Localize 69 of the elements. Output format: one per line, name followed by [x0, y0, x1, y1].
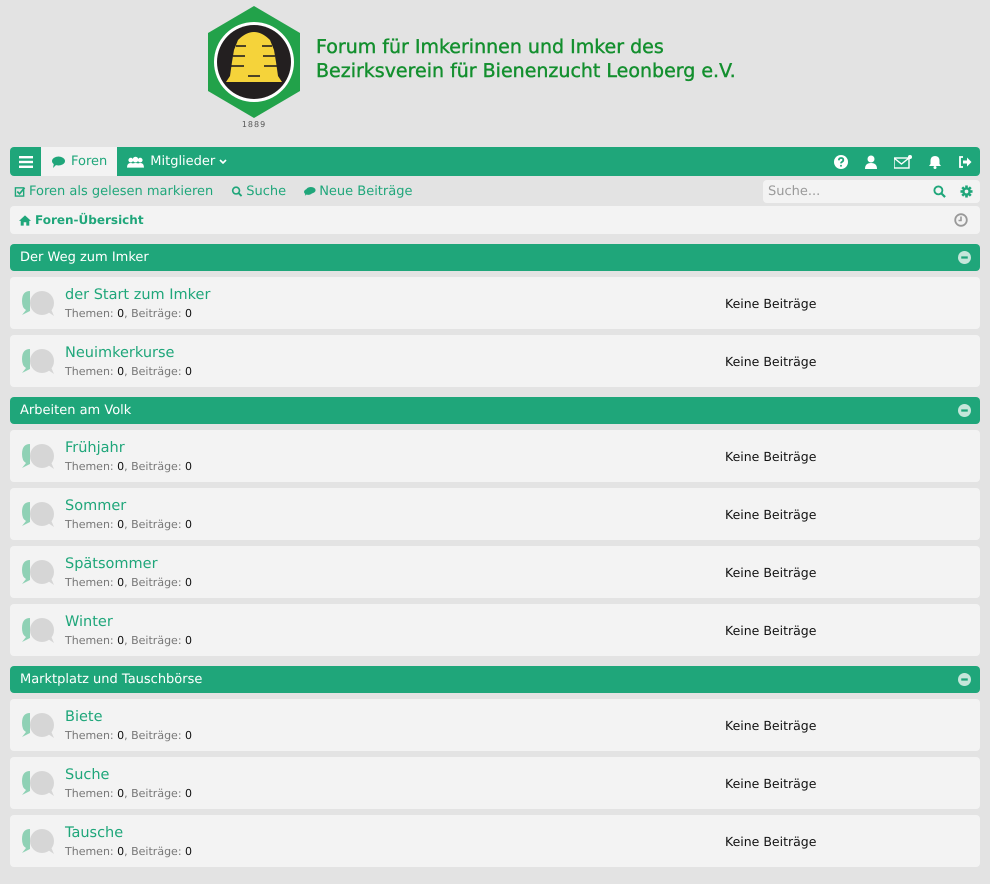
search-field[interactable]: Suche...: [766, 182, 919, 200]
forum-stats: Themen: 0, Beiträge: 0: [65, 634, 194, 646]
last-post: Keine Beiträge: [725, 564, 816, 580]
forum-stats: Themen: 0, Beiträge: 0: [65, 460, 194, 472]
forum-title[interactable]: Neuimkerkurse: [65, 344, 725, 360]
collapse-icon[interactable]: [958, 251, 971, 264]
last-post: Keine Beiträge: [725, 354, 816, 368]
users-icon: [127, 156, 144, 168]
last-post: Keine Beiträge: [725, 448, 816, 464]
user-icon[interactable]: [864, 154, 878, 168]
site-title[interactable]: Forum für Imkerinnen und Imker des Bezirksverein für Bienenzucht Leonberg e.V.: [316, 35, 736, 83]
speech-bubbles-icon: [20, 711, 56, 739]
category-title[interactable]: Arbeiten am Volk: [20, 403, 132, 418]
forum-stats: Themen: 0, Beiträge: 0: [65, 728, 194, 742]
logo-year: 1889: [242, 120, 266, 129]
forum-title[interactable]: der Start zum Imker: [65, 286, 725, 302]
forum-stats: Themen: 0, Beiträge: 0: [65, 364, 194, 378]
toolbar-link[interactable]: Foren als gelesen markieren: [14, 184, 214, 198]
clock-icon[interactable]: [954, 213, 968, 227]
envelope-icon[interactable]: [894, 154, 912, 168]
logout-icon[interactable]: [958, 154, 972, 168]
category-title[interactable]: Marktplatz und Tauschbörse: [20, 672, 202, 687]
last-post: Keine Beiträge: [725, 834, 816, 848]
last-post: Keine Beiträge: [725, 718, 816, 732]
toolbar-link[interactable]: Neue Beiträge: [304, 184, 412, 198]
menu-icon: [18, 156, 32, 168]
category-title[interactable]: Der Weg zum Imker: [20, 250, 149, 265]
speech-bubbles-icon: [20, 558, 56, 586]
last-post: Keine Beiträge: [725, 776, 816, 790]
bell-icon[interactable]: [928, 154, 942, 168]
forum-stats: Themen: 0, Beiträge: 0: [65, 306, 194, 320]
speech-bubbles-icon: [20, 769, 56, 797]
settings-icon[interactable]: [960, 184, 973, 198]
speech-bubbles-icon: [20, 442, 56, 470]
speech-bubbles-icon: [304, 186, 316, 196]
forum-stats: Themen: 0, Beiträge: 0: [65, 786, 194, 800]
beehive-logo[interactable]: [208, 6, 300, 118]
home-icon: [19, 214, 31, 226]
help-icon[interactable]: [834, 154, 848, 168]
caret-icon: [219, 159, 228, 164]
toolbar-link[interactable]: Suche: [231, 184, 286, 198]
collapse-icon[interactable]: [958, 673, 971, 686]
checkbox-icon: [14, 186, 26, 196]
speech-bubbles-icon: [20, 500, 56, 528]
breadcrumb-link[interactable]: Foren-Übersicht: [19, 213, 144, 227]
forum-title[interactable]: Frühjahr: [65, 440, 725, 456]
speech-bubbles-icon: [20, 289, 56, 317]
search-icon: [231, 186, 244, 196]
forum-title[interactable]: Winter: [65, 614, 725, 630]
speech-bubbles-icon: [20, 347, 56, 375]
nav-tab[interactable]: Mitglieder: [117, 147, 238, 176]
speech-bubble-icon: [51, 156, 65, 168]
search-icon[interactable]: [933, 184, 946, 198]
forum-stats: Themen: 0, Beiträge: 0: [65, 576, 194, 588]
forum-title[interactable]: Sommer: [65, 498, 725, 514]
last-post: Keine Beiträge: [725, 506, 816, 522]
forum-title[interactable]: Biete: [65, 708, 725, 724]
speech-bubbles-icon: [20, 827, 56, 855]
last-post: Keine Beiträge: [725, 296, 816, 310]
search-box[interactable]: Suche...: [763, 180, 980, 202]
forum-title[interactable]: Suche: [65, 766, 725, 782]
speech-bubbles-icon: [20, 616, 56, 644]
forum-title[interactable]: Spätsommer: [65, 556, 725, 572]
last-post: Keine Beiträge: [725, 622, 816, 638]
forum-title[interactable]: Tausche: [65, 824, 725, 840]
collapse-icon[interactable]: [958, 404, 971, 417]
forum-stats: Themen: 0, Beiträge: 0: [65, 518, 194, 530]
nav-tab[interactable]: Foren: [41, 147, 118, 176]
forum-stats: Themen: 0, Beiträge: 0: [65, 844, 194, 858]
